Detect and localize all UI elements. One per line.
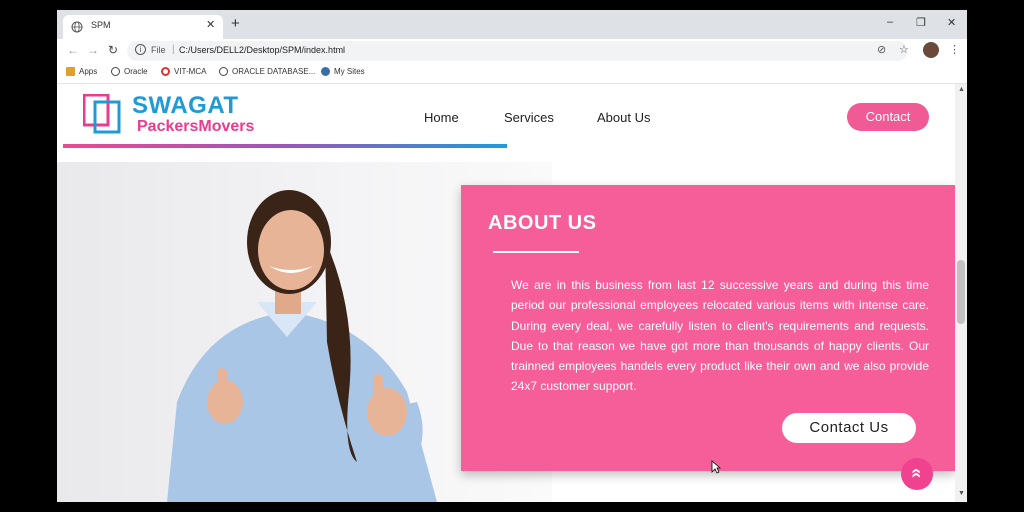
apps-grid-icon <box>66 67 75 76</box>
about-body: We are in this business from last 12 suc… <box>511 278 929 394</box>
nav-home[interactable]: Home <box>424 110 459 125</box>
scrollbar-thumb[interactable] <box>957 260 965 324</box>
contact-us-button[interactable]: Contact Us <box>782 413 916 443</box>
scheme-label: File <box>151 45 166 55</box>
bookmark-my-sites[interactable]: My Sites <box>321 67 365 76</box>
url-text[interactable]: C:/Users/DELL2/Desktop/SPM/index.html <box>179 45 345 55</box>
info-icon[interactable]: i <box>135 44 146 55</box>
globe-icon <box>219 67 228 76</box>
page-viewport: SWAGAT PackersMovers Home Services About… <box>57 84 955 502</box>
tracking-blocked-icon[interactable]: ⊘ <box>877 43 886 56</box>
close-window-button[interactable]: ✕ <box>947 16 956 29</box>
minimize-button[interactable]: – <box>887 16 893 28</box>
bookmark-label: Apps <box>79 67 98 76</box>
logo-squares-icon <box>83 94 121 134</box>
bookmark-vit-mca[interactable]: VIT-MCA <box>161 67 206 76</box>
forward-icon[interactable]: → <box>87 43 99 57</box>
browser-toolbar: ← → ↻ i File | C:/Users/DELL2/Desktop/SP… <box>57 39 967 63</box>
tab-strip: SPM ✕ + – ❐ ✕ <box>57 10 967 39</box>
bookmark-label: Oracle <box>124 67 148 76</box>
bookmark-star-icon[interactable]: ☆ <box>899 43 909 56</box>
scroll-to-top-button[interactable]: « <box>901 458 933 490</box>
about-card: ABOUT US We are in this business from la… <box>461 185 955 471</box>
menu-icon[interactable]: ⋮ <box>949 43 960 56</box>
bookmark-oracle-database[interactable]: ORACLE DATABASE... <box>219 67 315 76</box>
page-scrollbar[interactable]: ▲ ▼ <box>955 84 967 502</box>
mouse-cursor-icon <box>711 460 721 474</box>
header-gradient-bar <box>63 144 507 148</box>
globe-icon <box>111 67 120 76</box>
browser-window: SPM ✕ + – ❐ ✕ ← → ↻ i File | C:/Users/DE… <box>57 10 967 502</box>
tab-spm[interactable]: SPM ✕ <box>63 15 223 39</box>
about-title-underline <box>493 251 579 253</box>
q-logo-icon <box>161 67 170 76</box>
scroll-up-arrow-icon[interactable]: ▲ <box>958 86 965 93</box>
bookmark-label: My Sites <box>334 67 365 76</box>
bookmark-oracle[interactable]: Oracle <box>111 67 148 76</box>
nav-about-us[interactable]: About Us <box>597 110 650 125</box>
tab-close-icon[interactable]: ✕ <box>206 18 215 31</box>
profile-avatar[interactable] <box>923 42 939 58</box>
wordpress-icon <box>321 67 330 76</box>
bookmark-label: ORACLE DATABASE... <box>232 67 316 76</box>
bookmark-label: VIT-MCA <box>174 67 207 76</box>
double-chevron-up-icon: « <box>906 467 927 479</box>
logo-title[interactable]: SWAGAT <box>132 92 239 120</box>
bookmarks-bar: Apps Oracle VIT-MCA ORACLE DATABASE... M… <box>57 63 967 84</box>
tab-title: SPM <box>91 20 111 30</box>
restore-button[interactable]: ❐ <box>916 16 926 29</box>
bookmark-apps[interactable]: Apps <box>66 67 97 76</box>
reload-icon[interactable]: ↻ <box>108 43 118 57</box>
logo-subtitle[interactable]: PackersMovers <box>137 118 254 136</box>
nav-services[interactable]: Services <box>504 110 554 125</box>
address-bar[interactable]: i File | C:/Users/DELL2/Desktop/SPM/inde… <box>127 41 907 61</box>
address-separator: | <box>172 44 175 55</box>
new-tab-button[interactable]: + <box>231 15 240 32</box>
contact-button[interactable]: Contact <box>847 103 929 131</box>
about-title: ABOUT US <box>488 212 597 234</box>
scroll-down-arrow-icon[interactable]: ▼ <box>958 490 965 497</box>
globe-icon <box>71 21 83 33</box>
back-icon[interactable]: ← <box>67 43 79 57</box>
